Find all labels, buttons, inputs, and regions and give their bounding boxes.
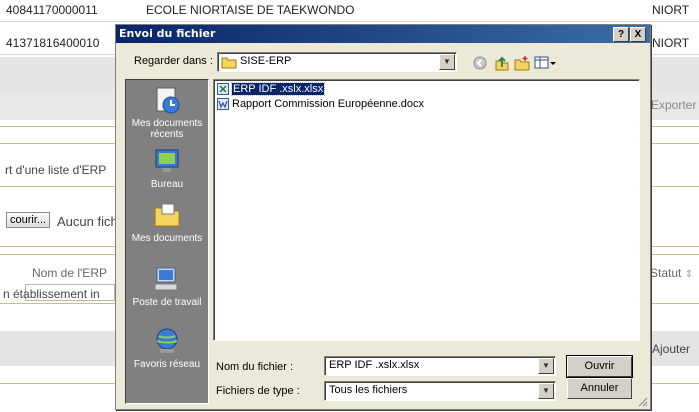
file-type-select[interactable]: Tous les fichiers ▼ [324,381,556,401]
sort-icon: ⇕ [684,269,694,280]
file-name-label: Nom du fichier : [216,361,294,373]
excel-file-icon [217,83,229,96]
chevron-down-icon[interactable]: ▼ [538,358,554,374]
place-label: Poste de travail [132,297,202,308]
file-item-selected[interactable]: ERP IDF .xslx.xlsx [217,82,326,97]
cancel-button[interactable]: Annuler [567,378,632,399]
place-label: Favoris réseau [133,359,201,370]
folder-icon [221,56,237,72]
file-list[interactable]: ERP IDF .xslx.xlsx Rapport Commission Eu… [213,79,640,341]
up-folder-icon[interactable] [494,55,510,71]
row-code: 41371816400010 [6,36,100,50]
place-network[interactable]: Favoris réseau [126,326,208,370]
place-label: Mes documents [131,233,203,244]
browse-button[interactable]: courir... [6,212,51,228]
row-city: NIORT [652,3,690,17]
file-type-label: Fichiers de type : [216,385,300,397]
close-button[interactable]: X [630,27,646,42]
file-name: Rapport Commission Européenne.docx [232,98,424,111]
chevron-down-icon[interactable]: ▼ [538,383,554,399]
place-label: Mes documents récents [131,118,203,140]
file-item[interactable]: Rapport Commission Européenne.docx [217,98,424,112]
my-documents-icon [152,200,182,230]
exporter-link[interactable]: Exporter [651,98,696,112]
import-text: rt d'une liste d'ERP [5,163,107,177]
dialog-title: Envoi du fichier [119,27,216,40]
file-name: ERP IDF .xslx.xlsx [230,82,326,97]
row-code: 40841170000011 [6,3,98,17]
statut-label: Statut [650,266,682,280]
network-places-icon [152,326,182,356]
view-menu-icon[interactable] [534,55,556,71]
resize-grip-icon[interactable] [636,395,648,410]
file-dialog: Envoi du fichier ? X Regarder dans : SIS… [115,24,651,410]
recent-documents-icon [152,85,182,115]
place-desktop[interactable]: Bureau [126,146,208,190]
file-type-value: Tous les fichiers [329,384,408,396]
new-folder-icon[interactable] [514,55,530,71]
look-in-label: Regarder dans : [134,55,213,67]
column-header-nom[interactable]: Nom de l'ERP [32,266,107,280]
word-file-icon [217,98,229,111]
look-in-select[interactable]: SISE-ERP ▼ [217,52,457,72]
help-button[interactable]: ? [613,27,629,42]
column-header-statut[interactable]: Statut ⇕ [650,266,693,280]
place-my-computer[interactable]: Poste de travail [126,264,208,308]
row-name: ECOLE NIORTAISE DE TAEKWONDO [146,3,355,17]
file-name-input[interactable]: ERP IDF .xslx.xlsx ▼ [324,356,556,376]
desktop-icon [152,146,182,176]
place-my-documents[interactable]: Mes documents [126,200,208,244]
row-city: NIORT [652,36,690,50]
place-label: Bureau [150,179,184,190]
places-bar: Mes documents récents Bureau Mes documen… [125,79,209,404]
ajouter-link[interactable]: Ajouter [652,342,690,356]
table-row: 40841170000011 ECOLE NIORTAISE DE TAEKWO… [0,0,699,22]
look-in-value: SISE-ERP [240,55,292,67]
open-button[interactable]: Ouvrir [566,355,633,378]
no-file-text: Aucun fich [57,214,118,229]
file-name-value: ERP IDF .xslx.xlsx [329,359,420,371]
chevron-down-icon[interactable]: ▼ [439,54,455,70]
back-icon[interactable] [472,55,488,71]
my-computer-icon [152,264,182,294]
etab-text: n établissement in [3,287,100,301]
place-recent[interactable]: Mes documents récents [126,85,208,140]
dialog-titlebar[interactable]: Envoi du fichier ? X [116,25,650,43]
